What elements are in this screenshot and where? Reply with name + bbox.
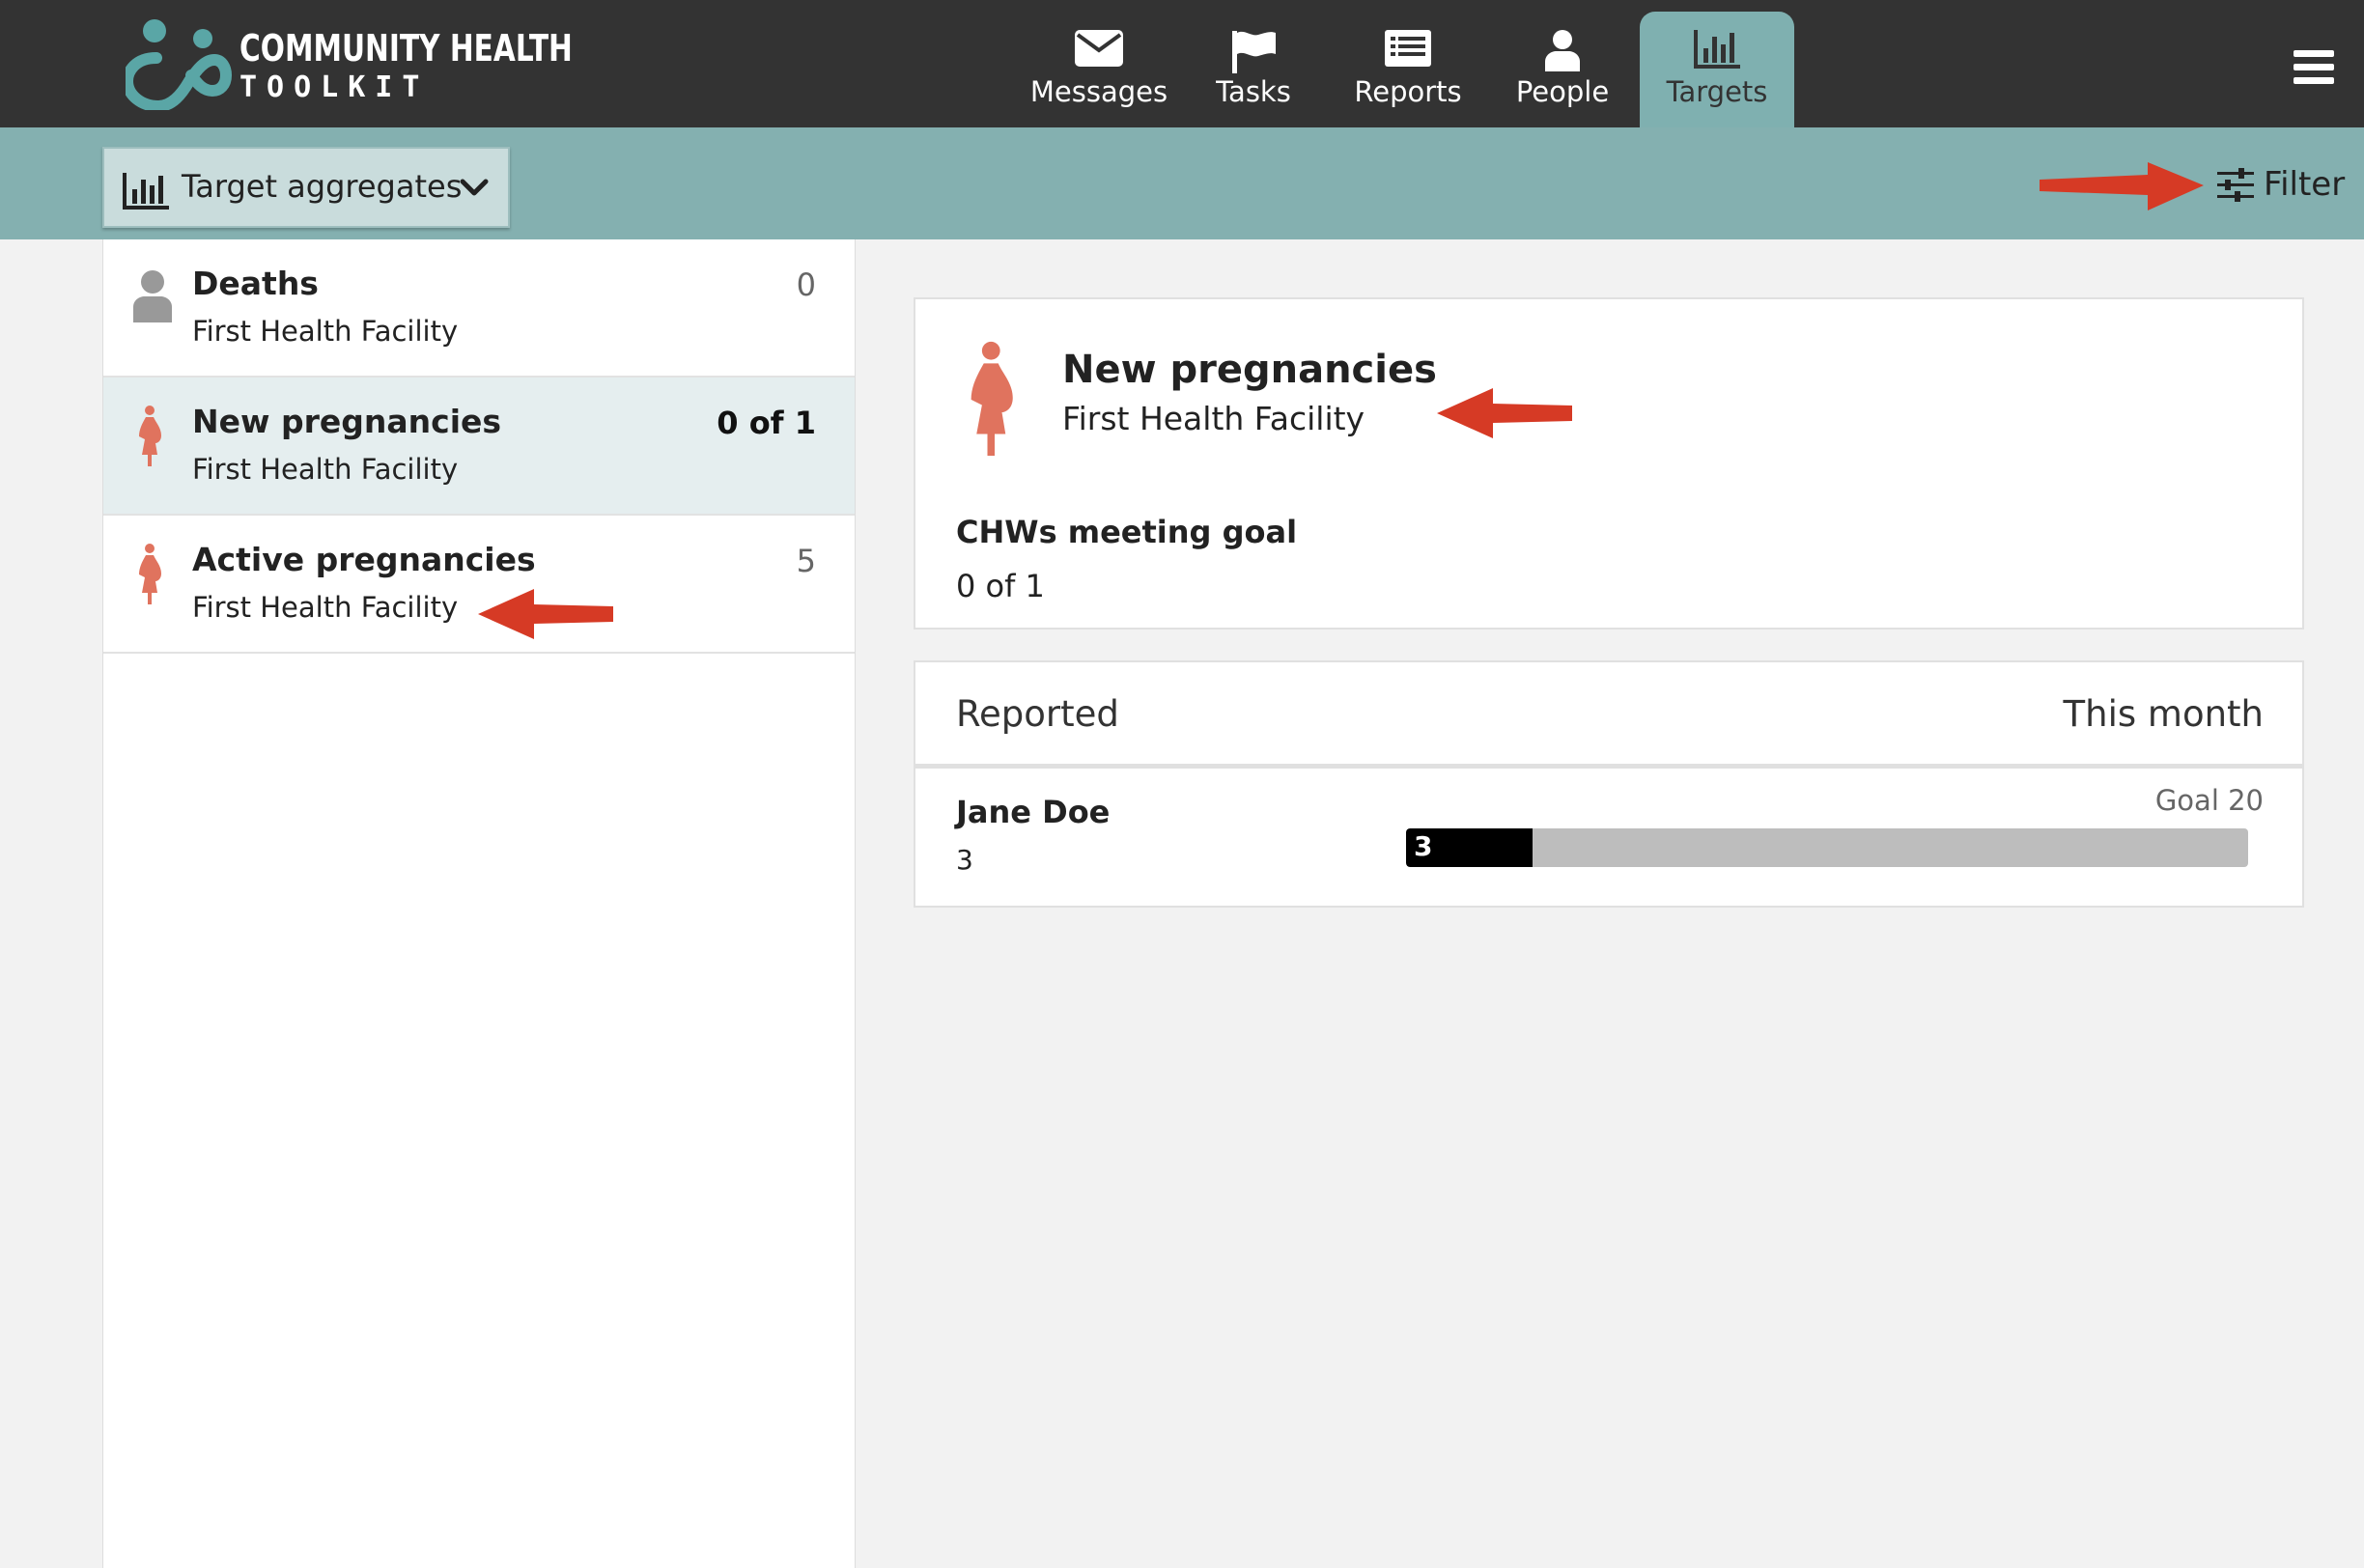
tab-people-label: People bbox=[1515, 75, 1610, 108]
tab-tasks-label: Tasks bbox=[1216, 75, 1291, 108]
list-item-deaths[interactable]: Deaths First Health Facility 0 bbox=[103, 239, 855, 378]
breakdown-header: Reported This month bbox=[914, 660, 2304, 769]
target-aggregates-dropdown[interactable]: Target aggregates bbox=[102, 147, 510, 228]
list-report-icon bbox=[1385, 30, 1431, 67]
list-item-title: New pregnancies bbox=[192, 403, 502, 440]
tab-reports[interactable]: Reports bbox=[1331, 12, 1485, 127]
hamburger-menu-icon[interactable] bbox=[2294, 50, 2334, 85]
bar-chart-icon bbox=[1694, 30, 1740, 69]
annotation-arrow-icon bbox=[2040, 162, 2204, 210]
tab-messages[interactable]: Messages bbox=[1022, 12, 1176, 127]
person-icon bbox=[133, 270, 172, 322]
envelope-icon bbox=[1075, 30, 1123, 67]
breakdown-header-right: This month bbox=[2063, 693, 2264, 735]
table-row[interactable]: Jane Doe 3 Goal 20 3 bbox=[914, 769, 2304, 908]
chw-goal: Goal 20 bbox=[2154, 784, 2264, 817]
pregnancy-icon bbox=[139, 544, 161, 604]
target-aggregates-label: Target aggregates bbox=[182, 168, 463, 205]
chw-name: Jane Doe bbox=[956, 794, 1111, 830]
progress-bar-fill: 3 bbox=[1406, 828, 1533, 867]
progress-bar-track: 3 bbox=[1406, 828, 2248, 867]
progress-bar-label: 3 bbox=[1414, 830, 1433, 862]
list-item-active-pregnancies[interactable]: Active pregnancies First Health Facility… bbox=[103, 516, 855, 654]
goal-label: CHWs meeting goal bbox=[956, 514, 1298, 550]
tab-messages-label: Messages bbox=[1029, 75, 1168, 108]
tab-targets-label: Targets bbox=[1666, 75, 1768, 108]
action-bar: Target aggregates Filter bbox=[0, 127, 2364, 239]
detail-title: New pregnancies bbox=[1062, 348, 1437, 392]
target-list: Deaths First Health Facility 0 New pregn… bbox=[102, 239, 856, 1568]
tab-people[interactable]: People bbox=[1485, 12, 1640, 127]
chevron-down-icon bbox=[460, 179, 489, 196]
flag-icon bbox=[1232, 31, 1276, 73]
list-item-new-pregnancies[interactable]: New pregnancies First Health Facility 0 … bbox=[103, 378, 855, 516]
target-summary-card: New pregnancies First Health Facility CH… bbox=[914, 297, 2304, 630]
list-item-title: Active pregnancies bbox=[192, 541, 536, 578]
logo-text-primary: COMMUNITY HEALTH bbox=[239, 27, 573, 70]
list-item-value: 0 bbox=[796, 266, 816, 303]
breakdown-header-left: Reported bbox=[956, 693, 1119, 735]
annotation-arrow-icon bbox=[478, 589, 613, 639]
tab-reports-label: Reports bbox=[1354, 75, 1462, 108]
tab-targets[interactable]: Targets bbox=[1640, 12, 1794, 127]
filter-label: Filter bbox=[2264, 165, 2346, 204]
list-item-value: 0 of 1 bbox=[717, 405, 816, 441]
top-navigation-bar: COMMUNITY HEALTH TOOLKIT Messages Tasks bbox=[0, 0, 2364, 127]
list-item-value: 5 bbox=[796, 543, 816, 579]
list-item-subtitle: First Health Facility bbox=[192, 591, 459, 624]
annotation-arrow-icon bbox=[1437, 388, 1572, 438]
detail-subtitle: First Health Facility bbox=[1062, 400, 1365, 437]
list-item-subtitle: First Health Facility bbox=[192, 315, 459, 348]
bar-chart-icon bbox=[123, 173, 169, 210]
logo-text-secondary: TOOLKIT bbox=[239, 70, 430, 104]
sliders-filter-icon bbox=[2217, 168, 2254, 202]
tab-tasks[interactable]: Tasks bbox=[1176, 12, 1331, 127]
list-item-subtitle: First Health Facility bbox=[192, 453, 459, 486]
pregnancy-icon bbox=[971, 341, 1013, 456]
goal-value: 0 of 1 bbox=[956, 568, 1045, 604]
person-icon bbox=[1545, 30, 1580, 71]
list-item-title: Deaths bbox=[192, 265, 319, 302]
chw-count: 3 bbox=[956, 844, 973, 876]
cht-logo-icon bbox=[126, 19, 232, 110]
community-health-toolkit-logo[interactable]: COMMUNITY HEALTH TOOLKIT bbox=[126, 17, 573, 110]
pregnancy-icon bbox=[139, 406, 161, 466]
